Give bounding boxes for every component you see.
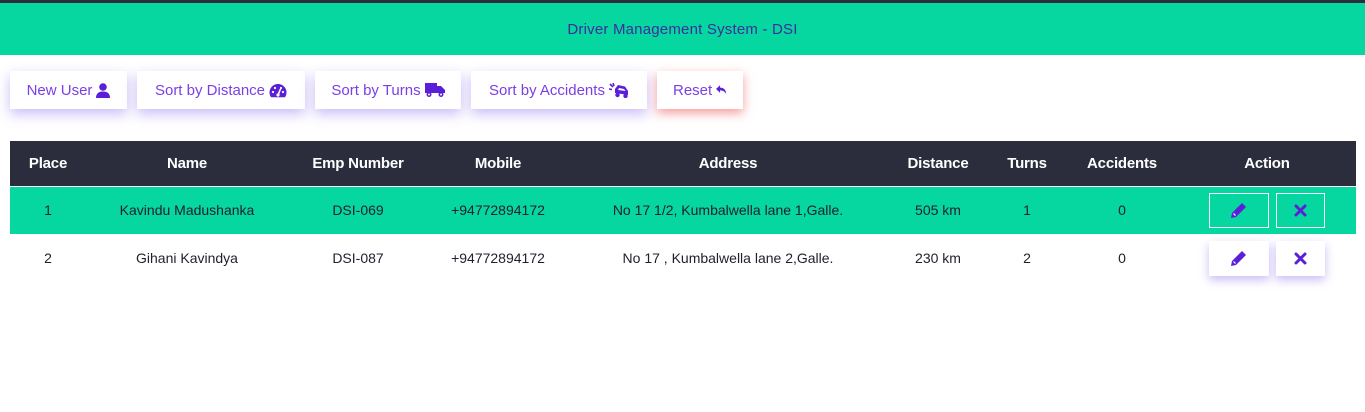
reset-label: Reset [673, 81, 713, 99]
new-user-label: New User [26, 81, 93, 99]
tachometer-icon [269, 83, 287, 97]
table-header-row: Place Name Emp Number Mobile Address Dis… [10, 141, 1356, 186]
cell-accidents: 0 [1066, 233, 1178, 282]
cell-address: No 17 , Kumbalwella lane 2,Galle. [568, 233, 888, 282]
col-distance: Distance [907, 154, 969, 172]
cell-place: 2 [10, 233, 86, 282]
col-place: Place [28, 154, 68, 172]
sort-accidents-button[interactable]: Sort by Accidents [471, 71, 647, 109]
page-title: Driver Management System - DSI [567, 20, 798, 38]
sort-distance-label: Sort by Distance [154, 81, 266, 99]
cell-distance: 505 km [888, 185, 988, 234]
col-action: Action [1244, 154, 1290, 172]
cell-emp-number: DSI-069 [288, 185, 428, 234]
drivers-table: Place Name Emp Number Mobile Address Dis… [10, 141, 1356, 282]
cell-emp-number: DSI-087 [288, 233, 428, 282]
sort-accidents-label: Sort by Accidents [489, 81, 605, 99]
sort-turns-label: Sort by Turns [331, 81, 421, 99]
edit-button[interactable] [1209, 192, 1269, 228]
edit-button[interactable] [1209, 240, 1269, 276]
user-icon [96, 82, 111, 98]
col-name: Name [166, 154, 208, 172]
car-crash-icon [608, 82, 628, 98]
delete-button[interactable] [1276, 240, 1325, 276]
sort-distance-button[interactable]: Sort by Distance [137, 71, 305, 109]
close-icon [1294, 252, 1307, 265]
cell-mobile: +94772894172 [428, 185, 568, 234]
undo-icon [716, 85, 727, 95]
cell-turns: 2 [988, 233, 1066, 282]
cell-address: No 17 1/2, Kumbalwella lane 1,Galle. [568, 185, 888, 234]
col-emp-number: Emp Number [312, 154, 404, 172]
app-header: Driver Management System - DSI [0, 3, 1365, 55]
cell-place: 1 [10, 185, 86, 234]
col-address: Address [698, 154, 758, 172]
cell-name: Gihani Kavindya [86, 233, 288, 282]
delete-button[interactable] [1276, 192, 1325, 228]
table-row[interactable]: 1 Kavindu Madushanka DSI-069 +9477289417… [10, 185, 1356, 234]
cell-accidents: 0 [1066, 185, 1178, 234]
cell-action [1178, 233, 1356, 282]
cell-name: Kavindu Madushanka [86, 185, 288, 234]
reset-button[interactable]: Reset [657, 71, 743, 109]
col-accidents: Accidents [1087, 154, 1157, 172]
close-icon [1294, 204, 1307, 216]
table-row[interactable]: 2 Gihani Kavindya DSI-087 +94772894172 N… [10, 233, 1356, 282]
col-mobile: Mobile [474, 154, 522, 172]
col-turns: Turns [1007, 154, 1047, 172]
cell-mobile: +94772894172 [428, 233, 568, 282]
cell-distance: 230 km [888, 233, 988, 282]
pencil-icon [1231, 203, 1246, 218]
cell-action [1178, 185, 1356, 234]
pencil-icon [1231, 251, 1246, 267]
cell-turns: 1 [988, 185, 1066, 234]
truck-icon [424, 83, 445, 97]
new-user-button[interactable]: New User [10, 71, 127, 109]
sort-turns-button[interactable]: Sort by Turns [315, 71, 461, 109]
toolbar: New User Sort by Distance Sort by Turns [10, 71, 743, 109]
